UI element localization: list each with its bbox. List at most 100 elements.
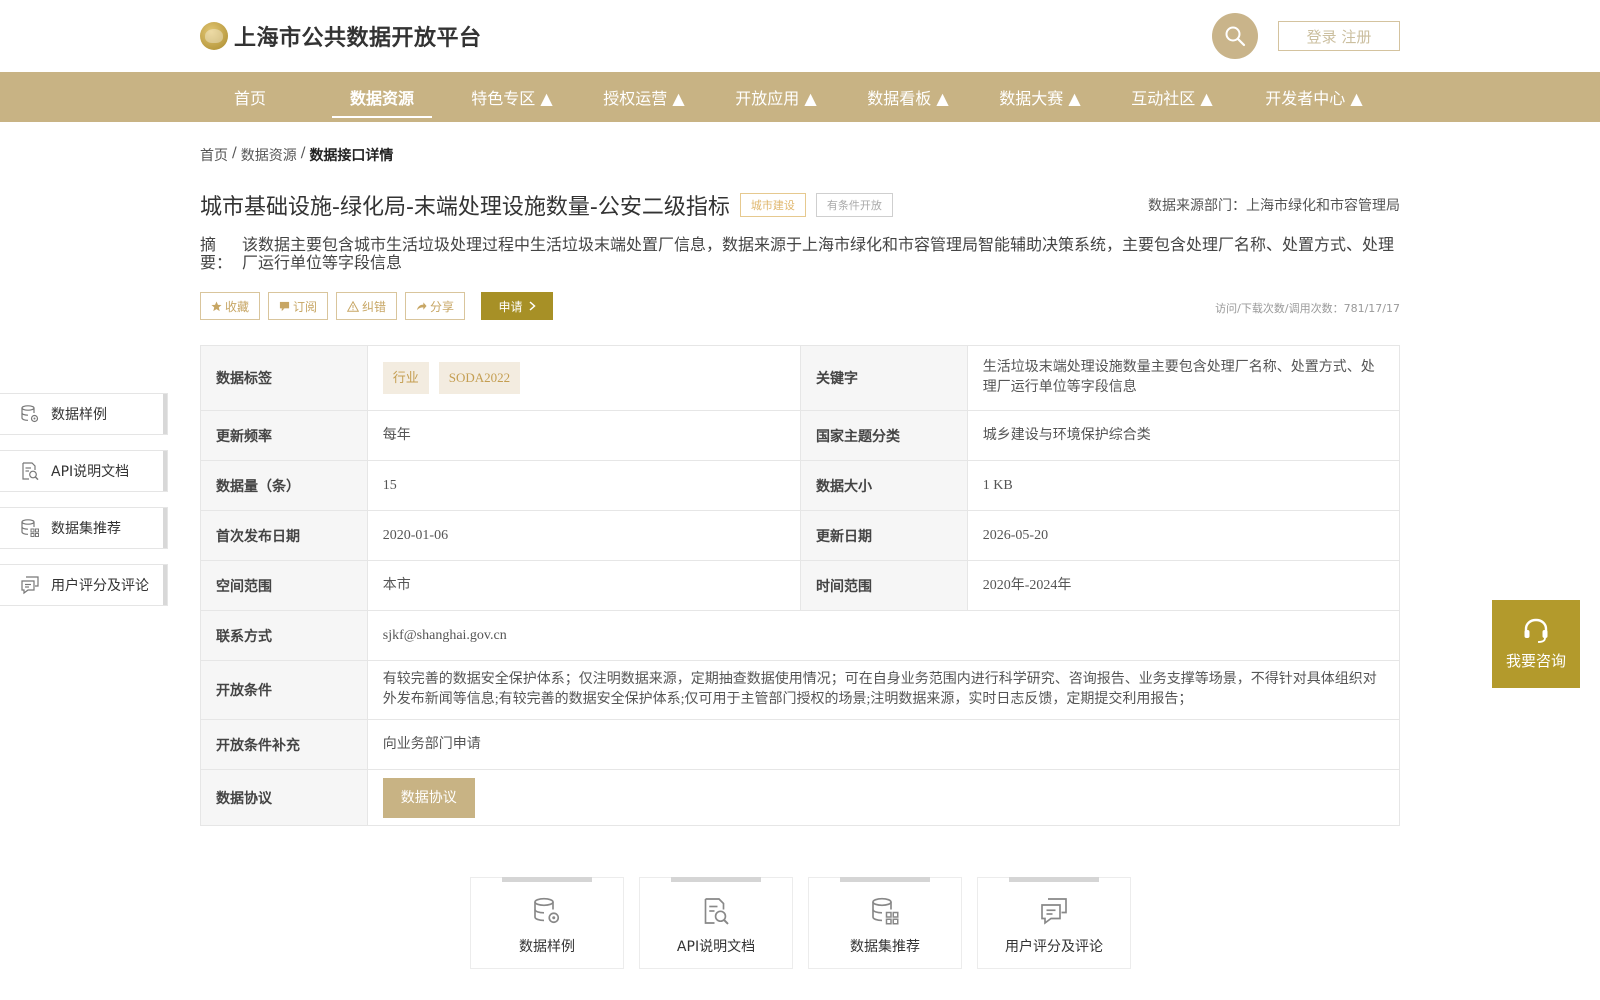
card-top-bar [502,877,592,882]
side-nav-label: 数据集推荐 [51,521,121,537]
side-nav-label: 数据样例 [51,407,107,423]
nav-item-dashboard[interactable]: 数据看板 ▲ [858,72,958,122]
contact-label: 联系方式 [201,611,368,660]
table-row: 数据协议 数据协议 [201,770,1399,825]
tag-chip[interactable]: 行业 [382,362,429,394]
card-top-bar [1009,877,1099,882]
login-register-button[interactable]: 登录 注册 [1278,21,1400,51]
title-row: 城市基础设施-绿化局-末端处理设施数量-公安二级指标 城市建设 有条件开放 数据… [200,188,1400,222]
database-grid-icon [19,517,41,539]
summary-text: 该数据主要包含城市生活垃圾处理过程中生活垃圾末端处置厂信息，数据来源于上海市绿化… [242,235,1395,272]
card-label: 数据集推荐 [850,939,920,955]
nav-item-open-apps[interactable]: 开放应用 ▲ [726,72,826,122]
breadcrumb-home[interactable]: 首页 [200,145,228,165]
count-value: 15 [368,461,801,510]
card-api-doc[interactable]: API说明文档 [639,877,793,969]
consult-button[interactable]: 我要咨询 [1492,600,1580,688]
search-button[interactable] [1212,13,1258,59]
tag-chip[interactable]: SODA2022 [438,362,521,394]
subscribe-button[interactable]: 订阅 [268,292,329,320]
star-icon [211,300,222,311]
share-button[interactable]: 分享 [405,292,466,320]
tags-cell: 行业 SODA2022 [368,346,801,410]
size-label: 数据大小 [801,461,968,510]
breadcrumb-separator: / [232,145,237,161]
card-label: 用户评分及评论 [1005,939,1103,955]
site-logo[interactable]: 上海市公共数据开放平台 [200,20,482,52]
usage-counts: 访问/下载次数/调用次数：781/17/17 [1215,302,1400,315]
nav-item-data-resources[interactable]: 数据资源 [332,72,432,122]
card-label: API说明文档 [676,939,756,955]
flag-icon [279,301,290,311]
site-title: 上海市公共数据开放平台 [234,26,482,51]
nav-active-indicator [332,116,432,118]
card-top-bar [840,877,930,882]
update-label: 更新日期 [801,511,968,560]
card-label: 数据样例 [519,939,575,955]
category-tag: 城市建设 [739,193,806,217]
nav-item-community[interactable]: 互动社区 ▲ [1122,72,1222,122]
comment-icon [1037,894,1071,928]
summary-label: 摘 要： [200,235,233,272]
theme-value: 城乡建设与环境保护综合类 [982,427,1151,443]
keywords-label: 关键字 [801,346,968,410]
report-error-button[interactable]: 纠错 [336,292,398,320]
side-nav-dataset-recommend[interactable]: 数据集推荐 [0,507,168,549]
nav-item-developer[interactable]: 开发者中心 ▲ [1254,72,1374,122]
breadcrumb-current: 数据接口详情 [309,148,394,164]
side-nav-user-reviews[interactable]: 用户评分及评论 [0,564,168,606]
side-nav-api-doc[interactable]: API说明文档 [0,450,168,492]
table-row: 首次发布日期 2020-01-06 更新日期 2026-05-20 [201,511,1399,561]
table-row: 更新频率 每年 国家主题分类 城乡建设与环境保护综合类 [201,411,1399,461]
comment-icon [19,574,41,596]
share-icon [416,301,427,310]
table-row: 联系方式 sjkf@shanghai.gov.cn [201,611,1399,661]
database-grid-icon [868,894,902,928]
card-dataset-recommend[interactable]: 数据集推荐 [808,877,962,969]
database-gear-icon [530,894,564,928]
database-gear-icon [19,403,41,425]
card-data-sample[interactable]: 数据样例 [470,877,624,969]
time-value: 2020年-2024年 [982,577,1072,593]
space-label: 空间范围 [201,561,368,610]
protocol-label: 数据协议 [201,770,368,825]
document-search-icon [19,460,41,482]
side-nav-label: API说明文档 [51,464,130,480]
conditions-value: 有较完善的数据安全保护体系；仅注明数据来源，定期抽查数据使用情况；可在自身业务范… [382,672,1377,707]
keywords-value: 生活垃圾末端处理设施数量主要包含处理厂名称、处置方式、处理厂运行单位等字段信息 [982,360,1375,395]
table-row: 数据标签 行业 SODA2022 关键字 生活垃圾末端处理设施数量主要包含处理厂… [201,346,1399,411]
space-value: 本市 [368,561,801,610]
document-search-icon [699,894,733,928]
warning-icon [347,300,360,312]
search-icon [1225,26,1246,47]
time-label: 时间范围 [801,561,968,610]
share-label: 分享 [430,299,455,314]
card-user-reviews[interactable]: 用户评分及评论 [977,877,1131,969]
side-nav-label: 用户评分及评论 [51,578,149,594]
conditions-label: 开放条件 [201,661,368,719]
summary: 摘 要： 该数据主要包含城市生活垃圾处理过程中生活垃圾末端处置厂信息，数据来源于… [200,236,1400,272]
site-header: 上海市公共数据开放平台 登录 注册 [0,0,1600,72]
nav-item-home[interactable]: 首页 [202,72,298,122]
breadcrumb-resources[interactable]: 数据资源 [241,145,297,165]
protocol-cell: 数据协议 [368,770,1399,825]
favorite-button[interactable]: 收藏 [200,292,261,320]
data-protocol-button[interactable]: 数据协议 [382,777,475,818]
supplement-label: 开放条件补充 [201,720,368,769]
side-nav-data-sample[interactable]: 数据样例 [0,393,168,435]
nav-item-label: 数据资源 [349,89,414,108]
nav-item-authorized-ops[interactable]: 授权运营 ▲ [594,72,694,122]
table-row: 数据量（条） 15 数据大小 1 KB [201,461,1399,511]
nav-item-competition[interactable]: 数据大赛 ▲ [990,72,1090,122]
report-label: 纠错 [362,299,387,314]
main-nav: 首页 数据资源 特色专区 ▲ 授权运营 ▲ 开放应用 ▲ 数据看板 ▲ 数据大赛… [0,72,1600,122]
action-bar: 收藏 订阅 纠错 分享 申请 [200,292,554,320]
nav-item-special-zones[interactable]: 特色专区 ▲ [462,72,562,122]
chevron-right-icon [529,301,536,311]
tags-label: 数据标签 [201,346,368,410]
apply-button[interactable]: 申请 [481,292,554,320]
contact-value[interactable]: sjkf@shanghai.gov.cn [368,611,1399,660]
info-table: 数据标签 行业 SODA2022 关键字 生活垃圾末端处理设施数量主要包含处理厂… [200,345,1400,826]
headset-icon [1524,618,1548,643]
table-row: 空间范围 本市 时间范围 2020年-2024年 [201,561,1399,611]
